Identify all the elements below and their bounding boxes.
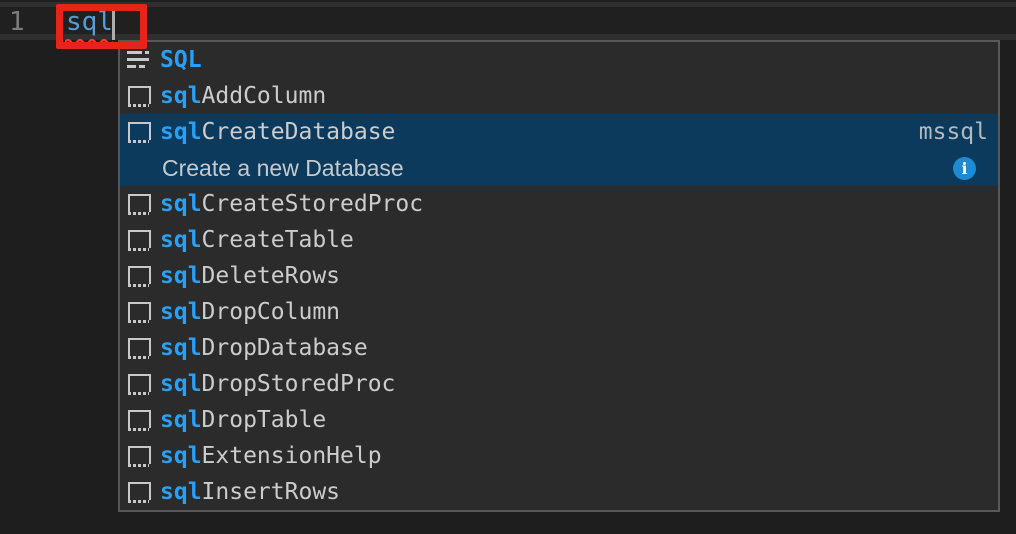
- snippet-icon: [126, 264, 150, 288]
- snippet-icon: [126, 372, 150, 396]
- autocomplete-popup: SQL sqlAddColumn sqlCreateDatabase mssql…: [118, 40, 1000, 512]
- annotation-highlight-box: [56, 4, 147, 49]
- current-line-highlight-border: [0, 2, 1016, 7]
- suggestion-label: sqlCreateStoredProc: [160, 191, 423, 217]
- suggestion-label: sqlDropColumn: [160, 299, 340, 325]
- code-editor: 1 sql SQL sqlAddColumn sqlCreateDatabase…: [0, 0, 1016, 534]
- text-lines-icon: [126, 48, 150, 72]
- suggestion-detail-text: Create a new Database: [162, 155, 404, 182]
- suggestion-detail-row: Create a new Database: [120, 150, 998, 186]
- suggestion-label: sqlDropTable: [160, 407, 326, 433]
- suggestion-label: SQL: [160, 47, 202, 73]
- snippet-icon: [126, 336, 150, 360]
- suggestion-item-sql-create-table[interactable]: sqlCreateTable: [120, 222, 998, 258]
- snippet-icon: [126, 300, 150, 324]
- suggestion-label: sqlCreateTable: [160, 227, 354, 253]
- suggestion-label: sqlAddColumn: [160, 83, 326, 109]
- info-icon[interactable]: [953, 157, 976, 180]
- snippet-icon: [126, 84, 150, 108]
- suggestion-item-sql-extension-help[interactable]: sqlExtensionHelp: [120, 438, 998, 474]
- snippet-icon: [126, 480, 150, 504]
- suggestion-item-sql-drop-stored-proc[interactable]: sqlDropStoredProc: [120, 366, 998, 402]
- suggestion-label: sqlExtensionHelp: [160, 443, 382, 469]
- suggestion-item-sql[interactable]: SQL: [120, 42, 998, 78]
- snippet-icon: [126, 408, 150, 432]
- editor-line-area[interactable]: 1 sql: [0, 0, 1016, 40]
- snippet-icon: [126, 444, 150, 468]
- snippet-icon: [126, 192, 150, 216]
- suggestion-item-sql-drop-database[interactable]: sqlDropDatabase: [120, 330, 998, 366]
- line-number: 1: [9, 7, 25, 37]
- suggestion-label: sqlDropDatabase: [160, 335, 368, 361]
- suggestion-label: sqlInsertRows: [160, 479, 340, 505]
- suggestion-item-sql-create-database[interactable]: sqlCreateDatabase mssql: [120, 114, 998, 150]
- selected-suggestion-block: sqlCreateDatabase mssql Create a new Dat…: [120, 114, 998, 186]
- suggestion-item-sql-create-stored-proc[interactable]: sqlCreateStoredProc: [120, 186, 998, 222]
- suggestion-item-sql-delete-rows[interactable]: sqlDeleteRows: [120, 258, 998, 294]
- suggestion-item-sql-drop-table[interactable]: sqlDropTable: [120, 402, 998, 438]
- suggestion-qualifier: mssql: [919, 119, 998, 145]
- suggestion-item-sql-insert-rows[interactable]: sqlInsertRows: [120, 474, 998, 510]
- suggestion-label: sqlDropStoredProc: [160, 371, 395, 397]
- snippet-icon: [126, 120, 150, 144]
- suggestion-label: sqlCreateDatabase: [160, 119, 395, 145]
- suggestion-item-sql-add-column[interactable]: sqlAddColumn: [120, 78, 998, 114]
- suggestion-label: sqlDeleteRows: [160, 263, 340, 289]
- snippet-icon: [126, 228, 150, 252]
- suggestion-item-sql-drop-column[interactable]: sqlDropColumn: [120, 294, 998, 330]
